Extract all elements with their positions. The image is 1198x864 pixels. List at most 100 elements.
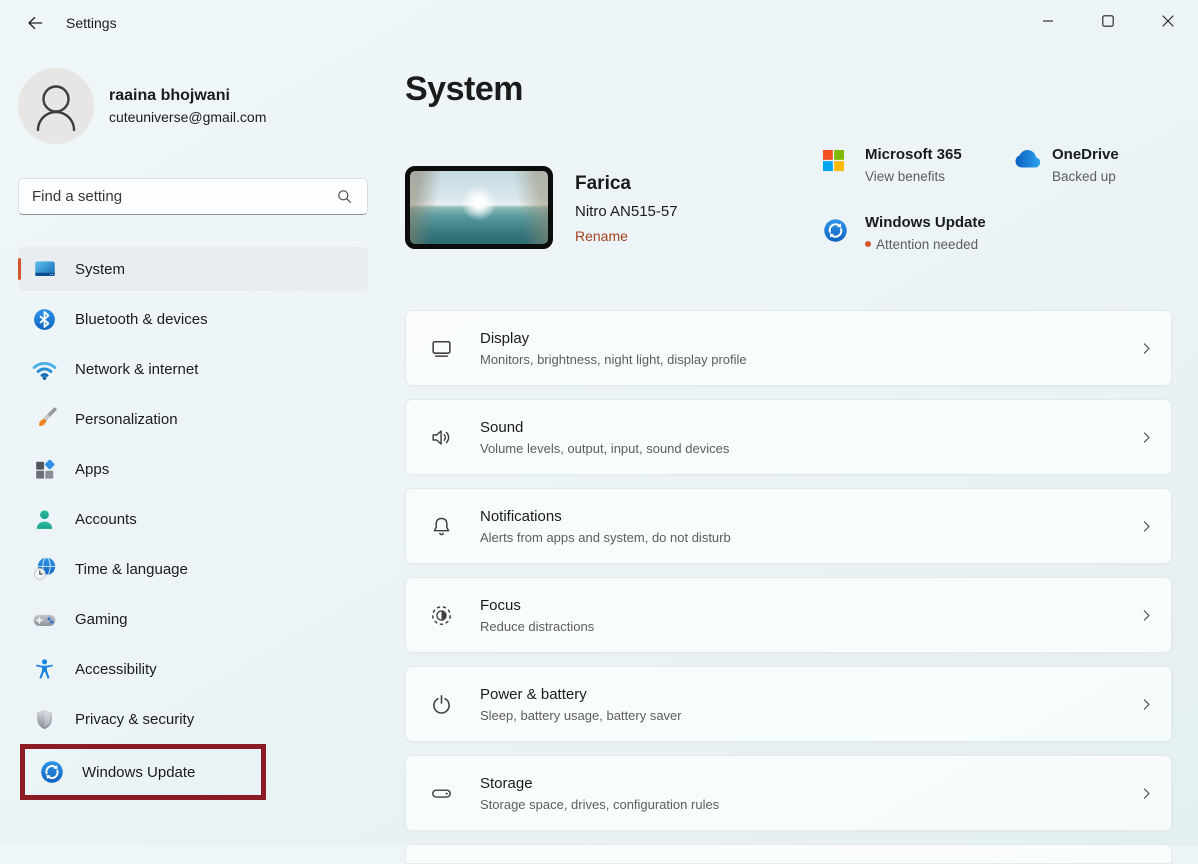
sidebar-item-bluetooth-devices[interactable]: Bluetooth & devices <box>18 297 368 341</box>
device-info: Farica Nitro AN515-57 Rename <box>575 166 678 249</box>
settings-row-notifications[interactable]: Notifications Alerts from apps and syste… <box>405 488 1172 564</box>
settings-row-display[interactable]: Display Monitors, brightness, night ligh… <box>405 310 1172 386</box>
paintbrush-icon <box>31 406 58 433</box>
row-subtitle: Reduce distractions <box>480 619 594 634</box>
status-title: OneDrive <box>1052 146 1119 163</box>
sidebar-item-label: Accessibility <box>75 661 157 678</box>
chevron-right-icon <box>1138 696 1155 713</box>
page-title: System <box>405 70 523 109</box>
status-microsoft-365[interactable]: Microsoft 365 View benefits <box>822 146 1009 184</box>
device-thumbnail <box>405 166 553 249</box>
settings-row-focus[interactable]: Focus Reduce distractions <box>405 577 1172 653</box>
windows-update-icon <box>38 759 65 786</box>
time-language-icon <box>31 556 58 583</box>
sidebar: raaina bhojwani cuteuniverse@gmail.com S… <box>0 0 392 846</box>
row-subtitle: Storage space, drives, configuration rul… <box>480 797 719 812</box>
row-subtitle: Sleep, battery usage, battery saver <box>480 708 682 723</box>
search-box[interactable] <box>18 178 368 215</box>
sidebar-item-label: Time & language <box>75 561 188 578</box>
windows-update-highlight-box: Windows Update <box>20 744 266 800</box>
chevron-right-icon <box>1138 340 1155 357</box>
row-subtitle: Monitors, brightness, night light, displ… <box>480 352 747 367</box>
sidebar-item-accessibility[interactable]: Accessibility <box>18 647 368 691</box>
attention-dot <box>865 241 871 247</box>
status-title: Windows Update <box>865 214 986 231</box>
settings-row-sound[interactable]: Sound Volume levels, output, input, soun… <box>405 399 1172 475</box>
profile-text: raaina bhojwani cuteuniverse@gmail.com <box>109 87 266 125</box>
storage-icon <box>428 781 454 806</box>
sound-icon <box>428 425 454 450</box>
sidebar-item-label: Accounts <box>75 511 137 528</box>
settings-row-storage[interactable]: Storage Storage space, drives, configura… <box>405 755 1172 831</box>
status-text: Windows Update Attention needed <box>865 214 986 252</box>
profile-card[interactable]: raaina bhojwani cuteuniverse@gmail.com <box>18 68 266 144</box>
sidebar-nav: System Bluetooth & devices Network & <box>18 247 368 800</box>
accounts-icon <box>31 506 58 533</box>
status-title: Microsoft 365 <box>865 146 962 163</box>
chevron-right-icon <box>1138 607 1155 624</box>
row-title: Storage <box>480 775 719 792</box>
row-subtitle: Volume levels, output, input, sound devi… <box>480 441 729 456</box>
apps-icon <box>31 456 58 483</box>
sidebar-item-personalization[interactable]: Personalization <box>18 397 368 441</box>
onedrive-icon <box>1009 146 1037 184</box>
sidebar-item-label: Gaming <box>75 611 128 628</box>
focus-icon <box>428 603 454 628</box>
shield-icon <box>31 706 58 733</box>
bluetooth-icon <box>31 306 58 333</box>
person-icon <box>18 68 94 144</box>
row-title: Sound <box>480 419 729 436</box>
sidebar-item-label: Personalization <box>75 411 178 428</box>
rename-link[interactable]: Rename <box>575 228 628 244</box>
sidebar-item-label: Privacy & security <box>75 711 194 728</box>
row-text: Power & battery Sleep, battery usage, ba… <box>480 686 682 723</box>
sidebar-item-gaming[interactable]: Gaming <box>18 597 368 641</box>
status-onedrive[interactable]: OneDrive Backed up <box>1009 146 1119 184</box>
device-name: Farica <box>575 173 678 195</box>
row-title: Power & battery <box>480 686 682 703</box>
row-title: Display <box>480 330 747 347</box>
device-model: Nitro AN515-57 <box>575 203 678 220</box>
wifi-icon <box>31 356 58 383</box>
profile-email: cuteuniverse@gmail.com <box>109 109 266 125</box>
sidebar-item-apps[interactable]: Apps <box>18 447 368 491</box>
status-windows-update[interactable]: Windows Update Attention needed <box>822 214 1009 252</box>
row-subtitle: Alerts from apps and system, do not dist… <box>480 530 731 545</box>
row-title: Focus <box>480 597 594 614</box>
sidebar-item-accounts[interactable]: Accounts <box>18 497 368 541</box>
status-subtitle-text: Attention needed <box>876 237 978 252</box>
row-title: Notifications <box>480 508 731 525</box>
sidebar-item-privacy-security[interactable]: Privacy & security <box>18 697 368 741</box>
row-text: Focus Reduce distractions <box>480 597 594 634</box>
profile-name: raaina bhojwani <box>109 87 266 105</box>
system-icon <box>31 256 58 283</box>
settings-row-power-battery[interactable]: Power & battery Sleep, battery usage, ba… <box>405 666 1172 742</box>
sidebar-item-windows-update[interactable]: Windows Update <box>25 749 261 795</box>
row-text: Notifications Alerts from apps and syste… <box>480 508 731 545</box>
windows-update-icon <box>822 214 850 252</box>
settings-row-partial[interactable] <box>405 844 1172 864</box>
settings-list: Display Monitors, brightness, night ligh… <box>405 310 1172 864</box>
status-text: OneDrive Backed up <box>1052 146 1119 184</box>
row-text: Display Monitors, brightness, night ligh… <box>480 330 747 367</box>
sidebar-item-label: Apps <box>75 461 109 478</box>
search-input[interactable] <box>19 188 335 205</box>
chevron-right-icon <box>1138 429 1155 446</box>
microsoft-365-icon <box>822 146 850 184</box>
sidebar-item-label: Windows Update <box>82 764 195 781</box>
chevron-right-icon <box>1138 785 1155 802</box>
status-text: Microsoft 365 View benefits <box>865 146 962 184</box>
sidebar-item-time-language[interactable]: Time & language <box>18 547 368 591</box>
sidebar-item-label: System <box>75 261 125 278</box>
avatar <box>18 68 94 144</box>
status-subtitle: View benefits <box>865 169 962 184</box>
gamepad-icon <box>31 606 58 633</box>
search-icon[interactable] <box>335 187 367 206</box>
sidebar-item-network-internet[interactable]: Network & internet <box>18 347 368 391</box>
chevron-right-icon <box>1138 518 1155 535</box>
status-subtitle: Backed up <box>1052 169 1119 184</box>
sidebar-item-label: Bluetooth & devices <box>75 311 208 328</box>
display-icon <box>428 336 454 361</box>
status-grid: Microsoft 365 View benefits OneDrive Bac… <box>822 146 1119 252</box>
sidebar-item-system[interactable]: System <box>18 247 368 291</box>
